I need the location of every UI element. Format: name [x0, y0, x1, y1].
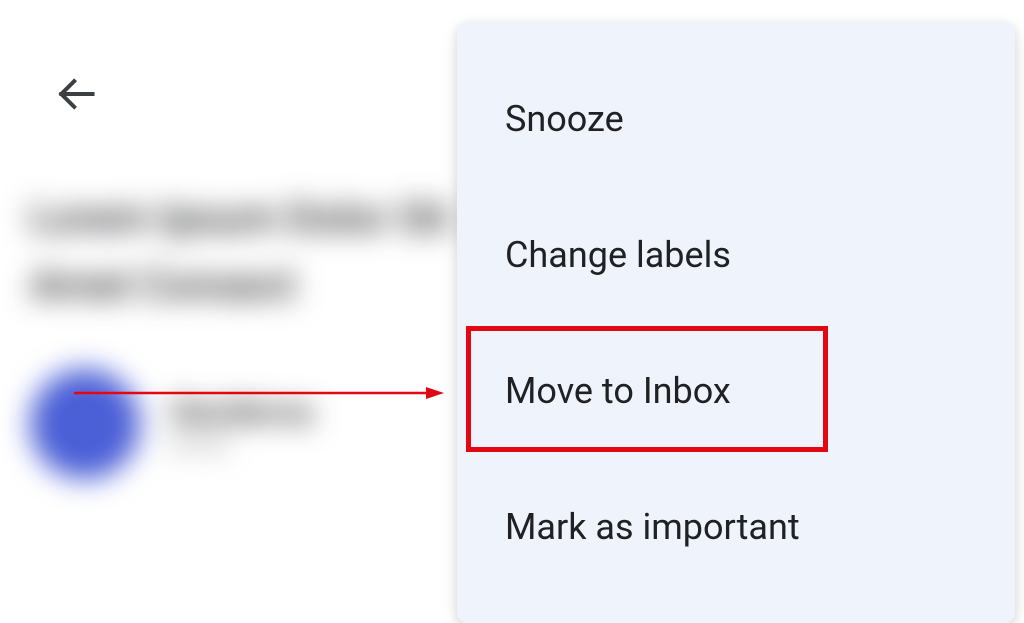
- menu-item-label: Move to Inbox: [505, 370, 731, 412]
- blurred-email-preview: Lorem Ipsum Dolor Sit Amet Consect Sende…: [30, 185, 460, 479]
- menu-item-label: Snooze: [505, 98, 624, 140]
- menu-item-label: Change labels: [505, 234, 731, 276]
- context-menu: Snooze Change labels Move to Inbox Mark …: [457, 23, 1015, 623]
- arrow-annotation: [74, 383, 444, 403]
- menu-item-move-to-inbox[interactable]: Move to Inbox: [457, 323, 1015, 459]
- menu-item-change-labels[interactable]: Change labels: [457, 187, 1015, 323]
- menu-item-snooze[interactable]: Snooze: [457, 51, 1015, 187]
- menu-item-label: Mark as important: [505, 506, 800, 548]
- back-button[interactable]: [52, 72, 100, 120]
- menu-item-mark-important[interactable]: Mark as important: [457, 459, 1015, 595]
- back-arrow-icon: [54, 72, 98, 120]
